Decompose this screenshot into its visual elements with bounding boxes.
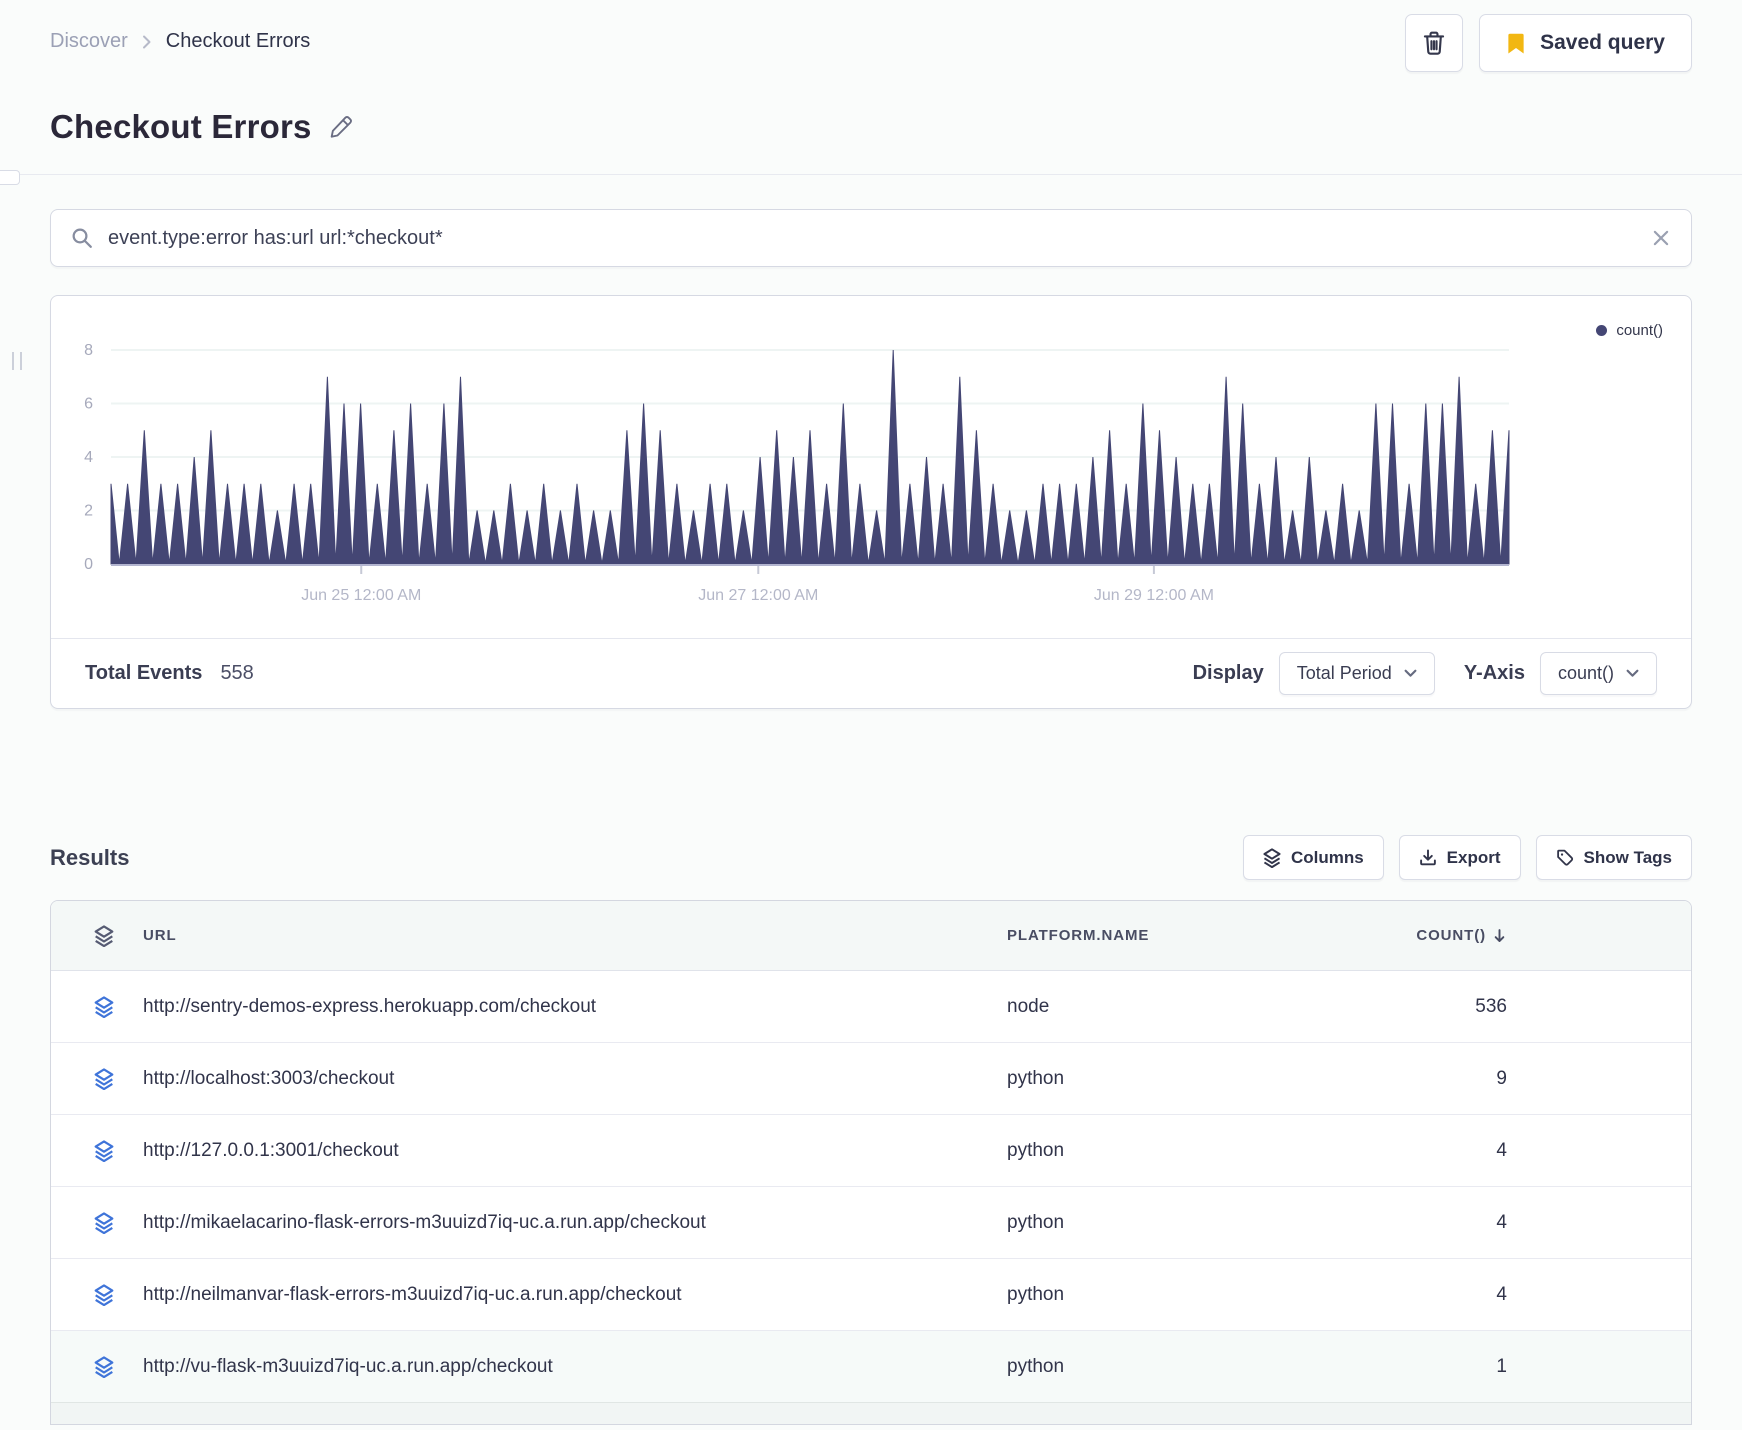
legend-label: count() [1616, 322, 1663, 339]
cell-count: 4 [1496, 1211, 1507, 1233]
cell-platform-name: python [1007, 1139, 1065, 1161]
cell-platform-name: node [1007, 995, 1050, 1017]
stack-column-icon[interactable] [51, 924, 143, 947]
breadcrumb-discover[interactable]: Discover [50, 30, 128, 53]
breadcrumb: Discover Checkout Errors [50, 30, 310, 53]
columns-button[interactable]: Columns [1242, 835, 1384, 880]
search-input[interactable] [108, 226, 1651, 250]
search-icon [71, 227, 93, 249]
saved-query-label: Saved query [1540, 31, 1665, 54]
table-row[interactable]: http://127.0.0.1:3001/checkout python 4 [51, 1115, 1691, 1187]
svg-text:4: 4 [84, 449, 93, 466]
svg-text:Jun 29 12:00 AM: Jun 29 12:00 AM [1094, 587, 1214, 604]
row-stack-icon[interactable] [51, 1355, 143, 1378]
panel-drag-grip[interactable] [12, 352, 22, 370]
edit-title-pencil-icon[interactable] [328, 114, 354, 140]
export-button[interactable]: Export [1398, 835, 1521, 880]
row-stack-icon[interactable] [51, 995, 143, 1018]
table-row[interactable]: http://sentry-demos-express.herokuapp.co… [51, 971, 1691, 1043]
delete-button[interactable] [1405, 14, 1464, 72]
breadcrumb-current: Checkout Errors [165, 30, 311, 52]
cell-url[interactable]: http://mikaelacarino-flask-errors-m3uuiz… [143, 1212, 1007, 1234]
events-chart[interactable]: 0 2 4 6 8 Jun 25 12:00 AM Jun 27 12:00 AM Jun 2… [51, 296, 1691, 638]
row-stack-icon[interactable] [51, 1067, 143, 1090]
download-icon [1419, 848, 1437, 867]
column-header-count[interactable]: COUNT() [1367, 927, 1507, 944]
svg-text:0: 0 [84, 556, 93, 573]
display-label: Display [1192, 662, 1264, 684]
cell-count: 4 [1496, 1283, 1507, 1305]
total-events-label: Total Events [85, 662, 203, 684]
legend-dot-icon [1596, 325, 1608, 336]
cell-platform-name: python [1007, 1355, 1065, 1377]
table-row[interactable]: http://mikaelacarino-flask-errors-m3uuiz… [51, 1187, 1691, 1259]
svg-text:2: 2 [84, 503, 93, 520]
svg-text:6: 6 [84, 396, 93, 413]
saved-query-button[interactable]: Saved query [1479, 14, 1692, 72]
results-table: URL PLATFORM.NAME COUNT() http://sentry-… [50, 900, 1692, 1425]
cell-platform-name: python [1007, 1283, 1065, 1305]
yaxis-label: Y-Axis [1463, 662, 1525, 684]
display-dropdown-value: Total Period [1296, 663, 1392, 683]
cell-count: 4 [1496, 1139, 1507, 1161]
cell-url[interactable]: http://127.0.0.1:3001/checkout [143, 1140, 1007, 1162]
cell-platform-name: python [1007, 1211, 1065, 1233]
clear-search-icon[interactable] [1651, 228, 1671, 248]
column-header-platform[interactable]: PLATFORM.NAME [1007, 927, 1367, 944]
export-button-label: Export [1446, 847, 1501, 867]
header-divider [0, 174, 1742, 175]
columns-button-label: Columns [1290, 847, 1364, 867]
area-chart: 0 2 4 6 8 Jun 25 12:00 AM Jun 27 12:00 AM Jun 2… [84, 342, 1510, 604]
svg-text:8: 8 [84, 342, 93, 359]
bookmark-icon [1506, 32, 1526, 55]
events-chart-panel: 0 2 4 6 8 Jun 25 12:00 AM Jun 27 12:00 AM Jun 2… [50, 295, 1692, 709]
chevron-down-icon [1626, 669, 1639, 678]
trash-icon [1422, 30, 1446, 56]
column-header-url[interactable]: URL [143, 927, 1007, 944]
yaxis-dropdown-value: count() [1557, 663, 1614, 683]
table-row[interactable]: http://vu-flask-m3uuizd7iq-uc.a.run.app/… [51, 1331, 1691, 1403]
row-stack-icon[interactable] [51, 1211, 143, 1234]
page-title: Checkout Errors [50, 108, 312, 145]
cell-count: 1 [1496, 1355, 1507, 1377]
cell-count: 536 [1475, 995, 1507, 1017]
chart-legend[interactable]: count() [1596, 322, 1663, 339]
count-header-label: COUNT() [1416, 927, 1486, 944]
svg-text:Jun 27 12:00 AM: Jun 27 12:00 AM [698, 587, 818, 604]
total-events-value: 558 [220, 662, 254, 684]
row-stack-icon[interactable] [51, 1139, 143, 1162]
tag-icon [1556, 848, 1574, 867]
sidebar-collapse-handle[interactable] [0, 170, 20, 185]
table-row[interactable]: http://localhost:3003/checkout python 9 [51, 1043, 1691, 1115]
cell-url[interactable]: http://vu-flask-m3uuizd7iq-uc.a.run.app/… [143, 1356, 1007, 1378]
table-header-row: URL PLATFORM.NAME COUNT() [51, 901, 1691, 971]
cell-platform-name: python [1007, 1067, 1065, 1089]
cell-url[interactable]: http://neilmanvar-flask-errors-m3uuizd7i… [143, 1284, 1007, 1306]
stack-icon [1263, 847, 1281, 868]
cell-url[interactable]: http://sentry-demos-express.herokuapp.co… [143, 996, 1007, 1018]
row-stack-icon[interactable] [51, 1283, 143, 1306]
svg-text:Jun 25 12:00 AM: Jun 25 12:00 AM [301, 587, 421, 604]
chevron-down-icon [1404, 669, 1417, 678]
yaxis-dropdown[interactable]: count() [1539, 652, 1657, 695]
results-heading: Results [50, 844, 130, 870]
top-bar: Discover Checkout Errors Saved query [50, 0, 1692, 72]
cell-count: 9 [1496, 1067, 1507, 1089]
sort-descending-arrow-icon [1492, 928, 1507, 944]
search-bar[interactable] [50, 209, 1692, 267]
table-row[interactable]: http://neilmanvar-flask-errors-m3uuizd7i… [51, 1259, 1691, 1331]
show-tags-button[interactable]: Show Tags [1535, 835, 1692, 880]
show-tags-button-label: Show Tags [1583, 847, 1672, 867]
display-dropdown[interactable]: Total Period [1278, 652, 1435, 695]
cell-url[interactable]: http://localhost:3003/checkout [143, 1068, 1007, 1090]
table-footer-strip [51, 1403, 1691, 1424]
breadcrumb-chevron-icon [142, 34, 152, 50]
